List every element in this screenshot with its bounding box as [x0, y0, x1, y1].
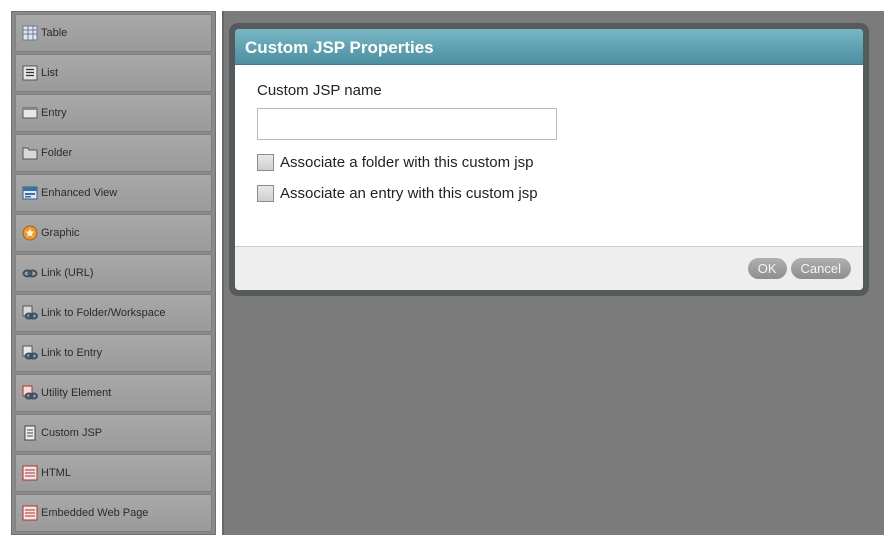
dialog-title: Custom JSP Properties	[235, 29, 863, 65]
associate-entry-checkbox[interactable]	[257, 185, 274, 202]
palette-item-embedded-web-page[interactable]: Embedded Web Page	[15, 494, 212, 532]
link-url-icon	[22, 265, 38, 281]
table-icon	[22, 25, 38, 41]
associate-entry-label[interactable]: Associate an entry with this custom jsp	[280, 185, 538, 202]
dialog-footer: OK Cancel	[235, 246, 863, 290]
jsp-name-input[interactable]	[257, 108, 557, 140]
palette-sidebar: Table List Entry Folder Enhanced View Gr…	[11, 11, 216, 535]
palette-item-label: Graphic	[41, 227, 80, 239]
palette-item-enhanced-view[interactable]: Enhanced View	[15, 174, 212, 212]
associate-folder-row[interactable]: Associate a folder with this custom jsp	[257, 154, 863, 171]
dialog-panel: Custom JSP Properties Custom JSP name As…	[235, 29, 863, 290]
palette-item-label: Entry	[41, 107, 67, 119]
palette-item-list[interactable]: List	[15, 54, 212, 92]
palette-item-graphic[interactable]: Graphic	[15, 214, 212, 252]
palette-item-link-entry[interactable]: Link to Entry	[15, 334, 212, 372]
enhanced-view-icon	[22, 185, 38, 201]
associate-folder-label[interactable]: Associate a folder with this custom jsp	[280, 154, 533, 171]
palette-item-label: Custom JSP	[41, 427, 103, 439]
custom-jsp-properties-dialog: Custom JSP Properties Custom JSP name As…	[229, 23, 869, 296]
palette-item-label: Utility Element	[41, 387, 112, 399]
link-folder-icon	[22, 305, 38, 321]
entry-icon	[22, 105, 38, 121]
palette-item-label: List	[41, 67, 59, 79]
associate-entry-row[interactable]: Associate an entry with this custom jsp	[257, 185, 863, 202]
palette-item-custom-jsp[interactable]: Custom JSP	[15, 414, 212, 452]
palette-item-label: HTML	[41, 467, 71, 479]
palette-item-table[interactable]: Table	[15, 14, 212, 52]
dialog-body: Custom JSP name Associate a folder with …	[235, 65, 863, 251]
embedded-web-page-icon	[22, 505, 38, 521]
utility-element-icon	[22, 385, 38, 401]
top-band	[0, 0, 884, 11]
palette-item-html[interactable]: HTML	[15, 454, 212, 492]
ok-button[interactable]: OK	[747, 258, 787, 279]
palette-item-label: Link to Entry	[41, 347, 103, 359]
html-icon	[22, 465, 38, 481]
palette-item-utility-element[interactable]: Utility Element	[15, 374, 212, 412]
custom-jsp-icon	[22, 425, 38, 441]
palette-item-label: Link to Folder/Workspace	[41, 307, 166, 319]
cancel-button[interactable]: Cancel	[790, 258, 851, 279]
folder-icon	[22, 145, 38, 161]
palette-item-label: Enhanced View	[41, 187, 118, 199]
link-entry-icon	[22, 345, 38, 361]
palette-item-link-folder-workspace[interactable]: Link to Folder/Workspace	[15, 294, 212, 332]
palette-item-label: Link (URL)	[41, 267, 94, 279]
palette-item-entry[interactable]: Entry	[15, 94, 212, 132]
palette-item-link-url[interactable]: Link (URL)	[15, 254, 212, 292]
jsp-name-label: Custom JSP name	[257, 82, 382, 99]
graphic-icon	[22, 225, 38, 241]
palette-item-label: Table	[41, 27, 68, 39]
associate-folder-checkbox[interactable]	[257, 154, 274, 171]
palette-item-folder[interactable]: Folder	[15, 134, 212, 172]
palette-item-label: Folder	[41, 147, 73, 159]
palette-item-label: Embedded Web Page	[41, 507, 149, 519]
list-icon	[22, 65, 38, 81]
